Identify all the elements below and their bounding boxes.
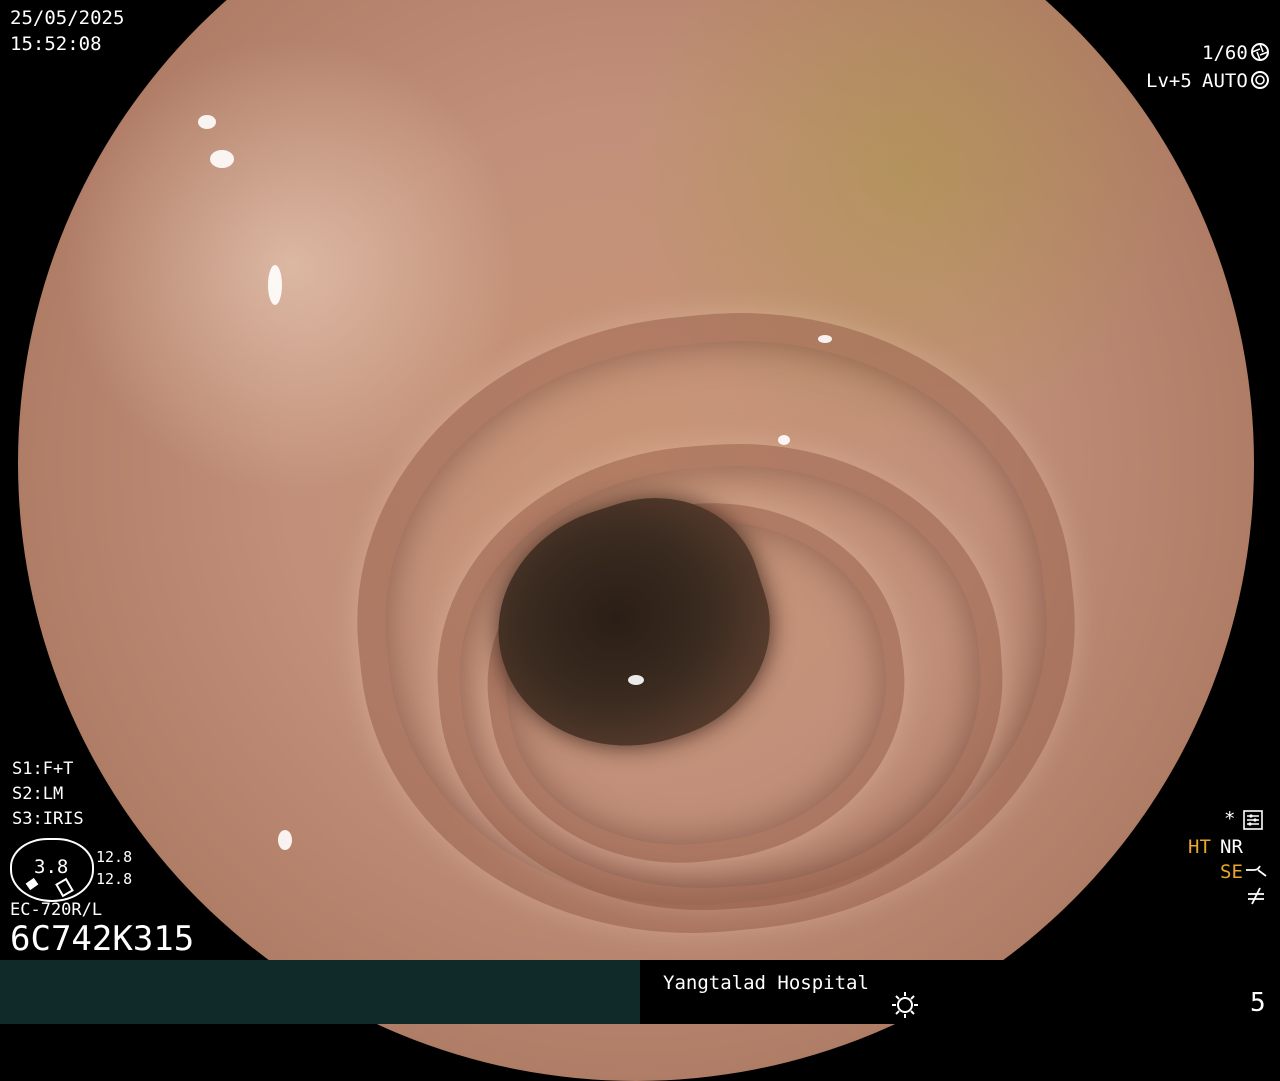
time-text: 15:52:08 (10, 33, 102, 55)
shutter-text: 1/60 (1202, 42, 1248, 64)
iris-icon (1251, 71, 1269, 89)
specular-highlight (278, 830, 292, 850)
status-bar: Yangtalad Hospital 5 (0, 960, 1280, 1024)
specular-highlight (198, 115, 216, 129)
gauge-top-value: 12.8 (96, 848, 133, 866)
scope-model: EC-720R/L (10, 900, 103, 920)
page-number: 5 (1250, 988, 1266, 1018)
specular-highlight (268, 265, 282, 305)
se-label: SE (1220, 861, 1243, 883)
gauge-value: 3.8 (34, 856, 69, 878)
nr-label: NR (1220, 836, 1243, 858)
specular-highlight (818, 335, 832, 343)
s1-label: S1:F+T (12, 759, 74, 779)
endoscopy-view (0, 0, 1280, 1081)
auto-text: AUTO (1202, 70, 1248, 92)
star-mark: * (1224, 808, 1236, 830)
status-bar-left (0, 960, 640, 1024)
hospital-name: Yangtalad Hospital (663, 972, 869, 994)
not-equal-icon (1248, 887, 1264, 905)
ht-label: HT (1188, 836, 1211, 858)
specular-highlight (628, 675, 644, 685)
settings-icon (1243, 810, 1263, 830)
date-text: 25/05/2025 (10, 7, 125, 29)
status-bar-right: Yangtalad Hospital 5 (640, 960, 1280, 1024)
serial-number: 6C742K315 (10, 919, 195, 959)
sun-icon (892, 992, 918, 1018)
gauge-bottom-value: 12.8 (96, 870, 133, 888)
endoscope-image (18, 0, 1254, 1081)
s3-label: S3:IRIS (12, 809, 84, 829)
specular-highlight (778, 435, 790, 445)
curve-icon (1246, 865, 1267, 877)
specular-highlight (210, 150, 234, 168)
s2-label: S2:LM (12, 784, 64, 804)
aperture-icon (1251, 43, 1269, 61)
level-text: Lv+5 (1146, 70, 1192, 92)
